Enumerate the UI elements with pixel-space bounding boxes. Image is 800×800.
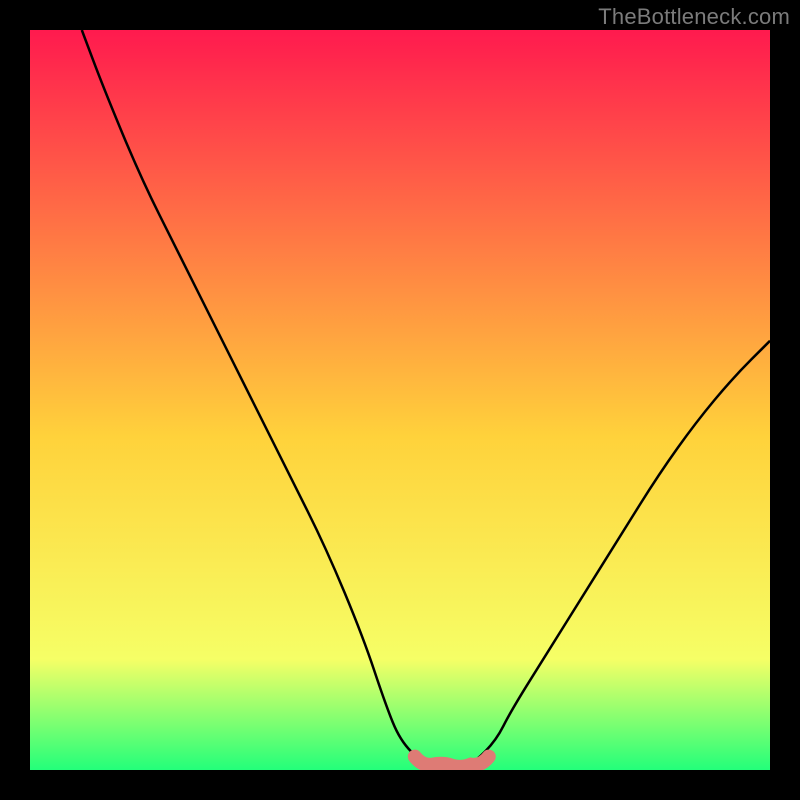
bottleneck-plot xyxy=(30,30,770,770)
chart-frame: TheBottleneck.com xyxy=(0,0,800,800)
plot-area xyxy=(30,30,770,770)
gradient-background xyxy=(30,30,770,770)
watermark-text: TheBottleneck.com xyxy=(598,4,790,30)
